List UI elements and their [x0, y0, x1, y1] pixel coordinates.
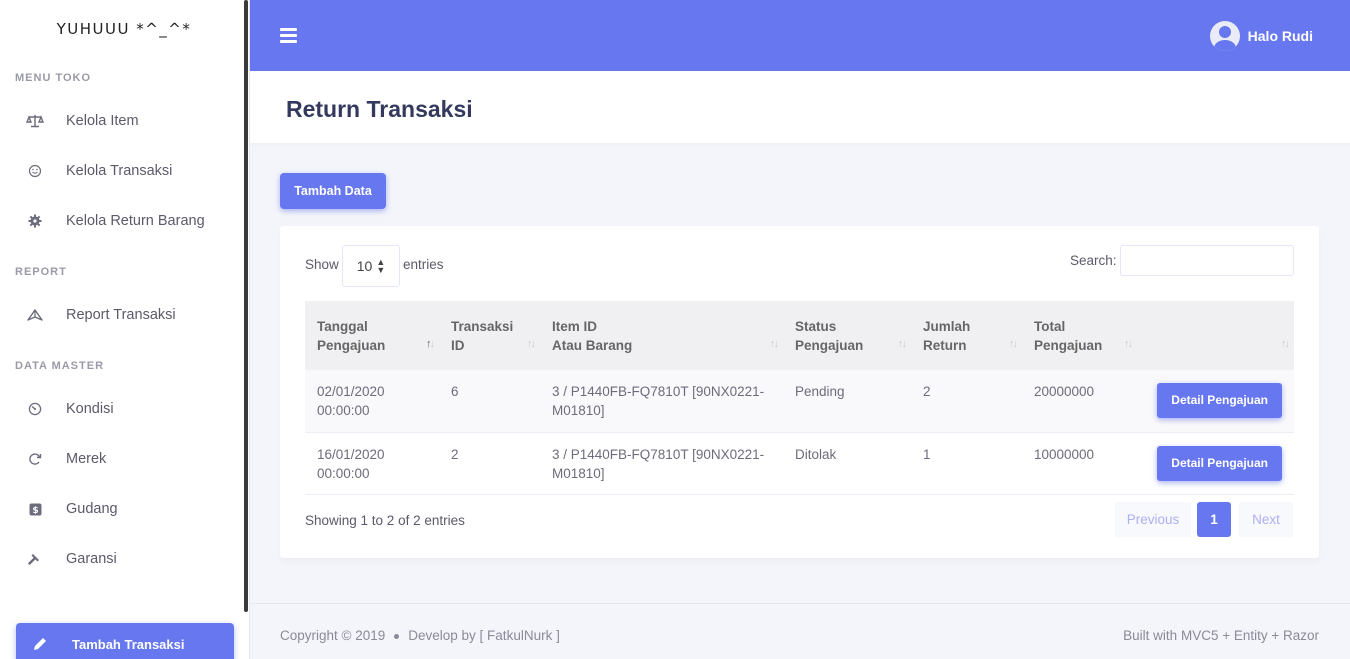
sidebar-item-label: Kelola Transaksi	[66, 163, 173, 179]
search-input[interactable]	[1120, 245, 1294, 276]
pagination-page-1[interactable]: 1	[1197, 502, 1231, 537]
cell-jumlah: 1	[923, 446, 931, 462]
svg-text:$: $	[32, 506, 38, 516]
table-info: Showing 1 to 2 of 2 entries	[305, 513, 465, 528]
pagination-previous[interactable]: Previous	[1115, 502, 1191, 537]
sidebar-scrollbar[interactable]	[244, 0, 248, 612]
column-header-transaksi-id[interactable]: Transaksi ID ↑↓	[439, 301, 540, 370]
sort-asc-icon: ↑↓	[426, 338, 435, 350]
column-header-total-pengajuan[interactable]: Total Pengajuan ↑↓	[1022, 301, 1137, 370]
entries-select-value: 10	[356, 258, 373, 274]
footer-built-with: Built with MVC5 + Entity + Razor	[1123, 628, 1319, 643]
menu-toggle-icon[interactable]	[280, 28, 297, 43]
sidebar-item-label: Kelola Item	[66, 113, 139, 129]
sidebar-item-label: Gudang	[66, 501, 118, 517]
table-row: 02/01/2020 00:00:00 6 3 / P1440FB-FQ7810T…	[305, 370, 1294, 432]
column-header-item-id[interactable]: Item ID Atau Barang ↑↓	[540, 301, 783, 370]
section-label-menu-toko: MENU TOKO	[15, 72, 92, 84]
brand-logo[interactable]: YUHUUU *^_^*	[0, 20, 248, 38]
page-header: Return Transaksi	[250, 71, 1350, 143]
cell-item: 3 / P1440FB-FQ7810T [90NX0221- M01810]	[552, 384, 765, 418]
section-label-data-master: DATA MASTER	[15, 360, 105, 372]
footer: Copyright © 2019 Develop by [ FatkulNurk …	[250, 603, 1350, 659]
cell-status: Ditolak	[795, 446, 837, 462]
sort-icon: ↑↓	[1281, 338, 1290, 350]
page-title: Return Transaksi	[286, 96, 473, 122]
dollar-square-icon: $	[25, 499, 45, 519]
sidebar-item-garansi[interactable]: Garansi	[0, 539, 244, 579]
sidebar-item-label: Garansi	[66, 551, 117, 567]
cell-total: 10000000	[1034, 446, 1095, 462]
cell-tanggal: 16/01/2020 00:00:00	[317, 446, 385, 481]
footer-copyright: Copyright © 2019	[280, 628, 386, 643]
cell-tanggal: 02/01/2020 00:00:00	[317, 384, 385, 418]
column-header-action[interactable]: ↑↓	[1137, 301, 1294, 370]
tambah-transaksi-label: Tambah Transaksi	[72, 636, 185, 652]
pagination: Previous 1 Next	[1115, 502, 1293, 537]
tambah-data-button[interactable]: Tambah Data	[280, 173, 386, 209]
cell-jumlah: 2	[923, 384, 931, 399]
pencil-icon	[32, 636, 48, 652]
cell-status: Pending	[795, 384, 845, 399]
column-header-status-pengajuan[interactable]: Status Pengajuan ↑↓	[783, 301, 911, 370]
sidebar-item-kelola-return-barang[interactable]: Kelola Return Barang	[0, 201, 244, 241]
user-name: Halo Rudi	[1247, 28, 1313, 44]
sort-icon: ↑↓	[898, 338, 907, 350]
sidebar-item-kelola-transaksi[interactable]: Kelola Transaksi	[0, 151, 244, 191]
sidebar-item-label: Kondisi	[66, 401, 114, 417]
section-label-report: REPORT	[15, 266, 67, 278]
data-table-card: Show 10 ▲ ▼ entries Search: Tanggal Pengaj…	[280, 226, 1319, 558]
cog-icon	[25, 211, 45, 231]
bullet-separator	[394, 633, 400, 639]
sort-icon: ↑↓	[1124, 338, 1133, 350]
cell-total: 20000000	[1034, 384, 1095, 399]
sidebar-item-label: Merek	[66, 451, 107, 467]
entries-select[interactable]: 10 ▲ ▼	[342, 245, 400, 287]
table-header-row: Tanggal Pengajuan ↑↓ Transaksi ID ↑↓ Item ID…	[305, 301, 1294, 370]
sort-icon: ↑↓	[770, 338, 779, 350]
tambah-transaksi-button[interactable]: Tambah Transaksi	[16, 623, 234, 659]
sidebar-item-label: Kelola Return Barang	[66, 213, 205, 229]
footer-developer: Develop by [ FatkulNurk ]	[408, 628, 560, 643]
column-header-jumlah-return[interactable]: Jumlah Return ↑↓	[911, 301, 1022, 370]
table-row: 16/01/2020 00:00:00 2 3 / P1440FB-FQ7810T…	[305, 432, 1294, 494]
avatar	[1209, 21, 1240, 51]
column-header-tanggal-pengajuan[interactable]: Tanggal Pengajuan ↑↓	[305, 301, 439, 370]
sidebar-item-kelola-item[interactable]: Kelola Item	[0, 101, 244, 141]
sidebar-item-merek[interactable]: Merek	[0, 439, 244, 479]
search-label: Search:	[1070, 253, 1117, 268]
sidebar-item-gudang[interactable]: $ Gudang	[0, 489, 244, 529]
sidebar-item-report-transaksi[interactable]: Report Transaksi	[0, 295, 244, 335]
cell-item: 3 / P1440FB-FQ7810T [90NX0221- M01810]	[552, 446, 765, 481]
hammer-icon	[25, 549, 45, 569]
cell-transaksi-id: 6	[451, 384, 459, 399]
detail-pengajuan-button[interactable]: Detail Pengajuan	[1157, 445, 1282, 481]
balance-scale-icon	[25, 111, 45, 131]
sidebar-item-label: Report Transaksi	[66, 307, 176, 323]
sidebar-item-kondisi[interactable]: Kondisi	[0, 389, 244, 429]
cell-transaksi-id: 2	[451, 446, 459, 462]
sort-icon: ↑↓	[527, 338, 536, 350]
smile-icon	[25, 161, 45, 181]
paper-plane-icon	[25, 305, 45, 325]
sync-icon	[25, 449, 45, 469]
gauge-icon	[25, 399, 45, 419]
return-transaksi-table: Tanggal Pengajuan ↑↓ Transaksi ID ↑↓ Item ID…	[305, 301, 1294, 495]
sidebar: YUHUUU *^_^* MENU TOKO Kelola Item Kelol…	[0, 0, 250, 659]
topbar: Halo Rudi	[250, 0, 1350, 71]
user-menu[interactable]: Halo Rudi	[1209, 21, 1313, 51]
detail-pengajuan-button[interactable]: Detail Pengajuan	[1157, 383, 1282, 419]
cell-action: Detail Pengajuan	[1137, 432, 1294, 494]
show-label: Show	[305, 257, 339, 272]
pagination-next[interactable]: Next	[1239, 502, 1293, 537]
footer-left: Copyright © 2019 Develop by [ FatkulNurk …	[280, 628, 560, 643]
sort-caret-icon: ▲ ▼	[376, 257, 386, 275]
entries-label: entries	[403, 257, 444, 272]
cell-action: Detail Pengajuan	[1137, 370, 1294, 432]
sort-icon: ↑↓	[1009, 338, 1018, 350]
